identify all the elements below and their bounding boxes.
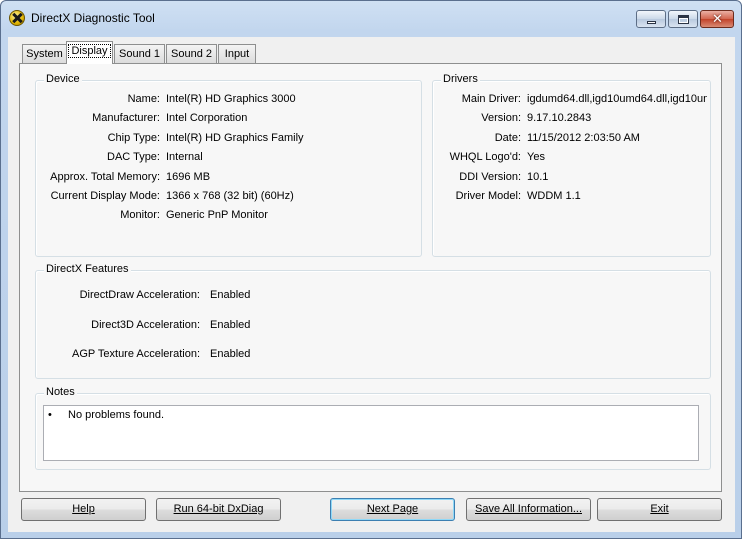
drivers-group: Drivers Main Driver: igdumd64.dll,igd10u… [432, 73, 711, 257]
maximize-button[interactable] [668, 10, 698, 28]
tab-display[interactable]: Display [66, 41, 113, 64]
notes-group: Notes • No problems found. [35, 386, 711, 470]
notes-textbox[interactable]: • No problems found. [43, 405, 699, 461]
tab-sound-2[interactable]: Sound 2 [166, 44, 217, 63]
dxdiag-window: DirectX Diagnostic Tool ✕ System Display… [0, 0, 742, 539]
device-group-title: Device [44, 73, 82, 85]
next-page-button[interactable]: Next Page [330, 498, 455, 521]
minimize-button[interactable] [636, 10, 666, 28]
device-group: Device Name: Intel(R) HD Graphics 3000 M… [35, 73, 422, 257]
notes-item: No problems found. [68, 409, 164, 421]
run-64bit-dxdiag-button[interactable]: Run 64-bit DxDiag [156, 498, 281, 521]
window-title: DirectX Diagnostic Tool [31, 11, 155, 25]
drivers-group-title: Drivers [441, 73, 480, 85]
exit-button[interactable]: Exit [597, 498, 722, 521]
directx-features-group: DirectX Features DirectDraw Acceleration… [35, 263, 711, 379]
minimize-icon [647, 21, 656, 24]
notes-group-title: Notes [44, 386, 77, 398]
help-button[interactable]: Help [21, 498, 146, 521]
features-group-title: DirectX Features [44, 263, 131, 275]
notes-bullet: • [48, 409, 52, 421]
close-button[interactable]: ✕ [700, 10, 734, 28]
close-icon: ✕ [712, 12, 723, 27]
save-all-information-button[interactable]: Save All Information... [466, 498, 591, 521]
tab-input[interactable]: Input [218, 44, 256, 63]
client-area: System Display Sound 1 Sound 2 Input Dev… [8, 37, 735, 532]
display-tab-panel: Device Name: Intel(R) HD Graphics 3000 M… [19, 63, 722, 492]
title-bar[interactable]: DirectX Diagnostic Tool ✕ [1, 1, 741, 35]
tab-system[interactable]: System [22, 44, 67, 63]
directx-app-icon [9, 10, 25, 26]
maximize-icon [678, 15, 689, 24]
tab-sound-1[interactable]: Sound 1 [114, 44, 165, 63]
